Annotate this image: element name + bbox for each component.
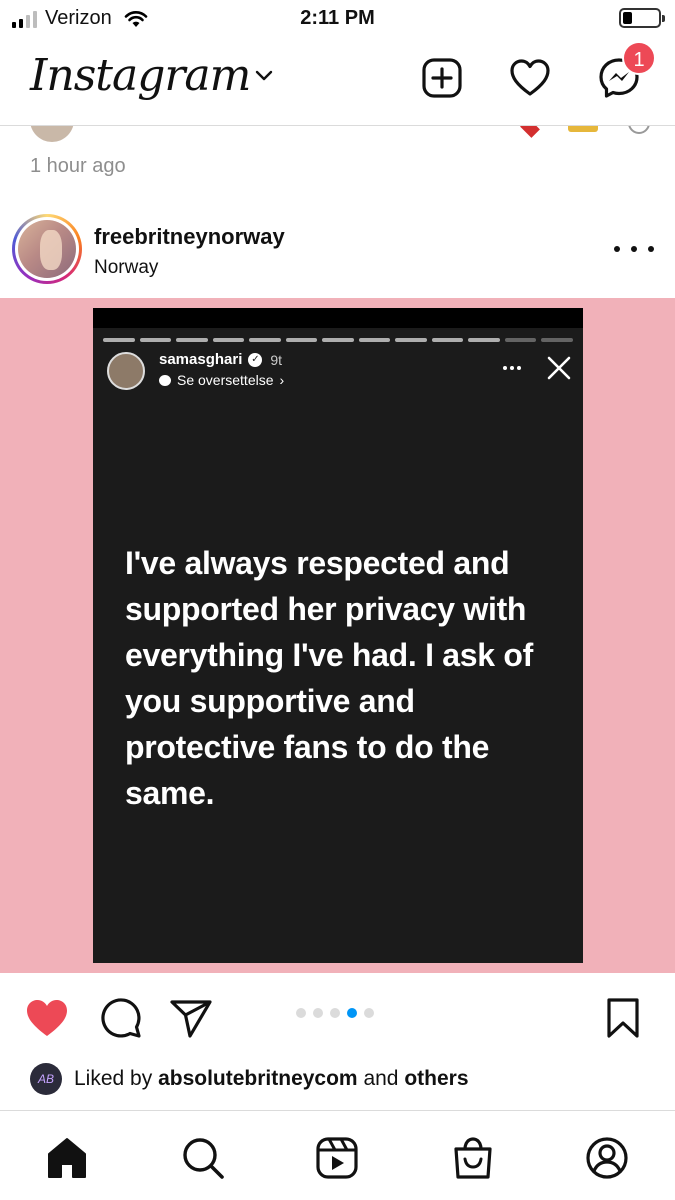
- liked-by-row[interactable]: AB Liked by absolutebritneycom and other…: [30, 1062, 469, 1096]
- battery-icon: [619, 8, 665, 28]
- bottom-nav: [0, 1110, 675, 1200]
- heart-icon[interactable]: [508, 56, 552, 100]
- story-translate-label: Se oversettelse: [177, 372, 274, 388]
- carousel-dot-active: [347, 1008, 357, 1018]
- status-time: 2:11 PM: [300, 7, 375, 29]
- app-header: Instagram 1: [0, 38, 675, 126]
- profile-icon[interactable]: [584, 1135, 630, 1181]
- more-icon[interactable]: [628, 126, 650, 134]
- story-username-text: samasghari: [159, 351, 243, 368]
- story-translate: Se oversettelse ›: [159, 372, 284, 388]
- reels-icon[interactable]: [314, 1135, 360, 1181]
- post-username[interactable]: freebritneynorway: [94, 224, 285, 250]
- post-actions: [0, 973, 675, 1063]
- liked-by-text: Liked by absolutebritneycom and others: [74, 1067, 469, 1091]
- liked-by-prefix: Liked by: [74, 1067, 153, 1090]
- liked-by-others[interactable]: others: [404, 1067, 468, 1090]
- story-more-icon: [503, 366, 521, 370]
- emoji-icon: [568, 126, 598, 132]
- liker-avatar[interactable]: AB: [30, 1063, 62, 1095]
- liked-by-connector: and: [363, 1067, 399, 1090]
- carousel-indicator: [296, 1008, 374, 1018]
- heart-emoji-icon: [520, 126, 540, 138]
- carousel-dot: [364, 1008, 374, 1018]
- story-text: I've always respected and supported her …: [125, 545, 533, 811]
- carousel-dot: [330, 1008, 340, 1018]
- shop-icon[interactable]: [450, 1135, 496, 1181]
- post-header: freebritneynorway Norway: [0, 210, 675, 296]
- comment-icon[interactable]: [98, 995, 144, 1041]
- bookmark-icon[interactable]: [600, 995, 646, 1041]
- home-icon[interactable]: [44, 1135, 90, 1181]
- post-author-avatar[interactable]: [12, 214, 82, 284]
- previous-post-remnant: [0, 126, 675, 144]
- carousel-dot: [296, 1008, 306, 1018]
- share-icon[interactable]: [168, 995, 214, 1041]
- chevron-down-icon[interactable]: [254, 68, 274, 82]
- post-timestamp: 1 hour ago: [30, 155, 126, 177]
- new-post-icon[interactable]: [420, 56, 464, 100]
- story-screenshot: samasghari ✓ 9t Se oversettelse › I've a…: [93, 308, 583, 963]
- status-bar: Verizon 2:11 PM: [0, 0, 675, 38]
- post-media[interactable]: samasghari ✓ 9t Se oversettelse › I've a…: [0, 298, 675, 973]
- speech-bubble-icon: [159, 374, 171, 386]
- post-location[interactable]: Norway: [94, 257, 158, 279]
- avatar[interactable]: [30, 126, 74, 142]
- story-username: samasghari ✓ 9t: [159, 351, 282, 368]
- instagram-logo[interactable]: Instagram: [30, 50, 251, 101]
- liked-by-user[interactable]: absolutebritneycom: [158, 1067, 358, 1090]
- more-options-icon[interactable]: [614, 234, 654, 264]
- chevron-right-icon: ›: [279, 372, 285, 388]
- carousel-dot: [313, 1008, 323, 1018]
- story-age: 9t: [270, 351, 283, 368]
- messages-badge: 1: [622, 41, 656, 75]
- verified-icon: ✓: [248, 352, 263, 367]
- search-icon[interactable]: [180, 1135, 226, 1181]
- close-icon: [547, 356, 571, 380]
- story-progress-bar: [103, 338, 573, 342]
- heart-filled-icon[interactable]: [24, 995, 70, 1041]
- avatar: [107, 352, 145, 390]
